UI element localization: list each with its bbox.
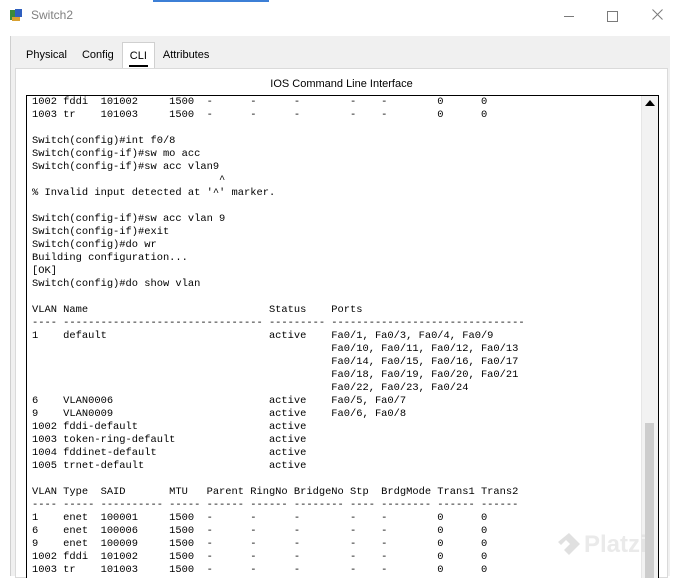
terminal-line: Switch(config-if)#sw acc vlan9 (32, 161, 220, 173)
switch-app-icon (9, 8, 24, 23)
cli-header: IOS Command Line Interface (270, 78, 413, 90)
terminal-line: Fa0/18, Fa0/19, Fa0/20, Fa0/21 (32, 369, 519, 381)
terminal-line: 1002 fddi-default active (32, 421, 307, 433)
terminal-line: 1 default active Fa0/1, Fa0/3, Fa0/4, Fa… (32, 330, 494, 342)
tab-active-indicator (128, 65, 148, 67)
minimize-button[interactable] (546, 0, 592, 32)
window-title: Switch2 (31, 8, 74, 22)
terminal-line: 1003 token-ring-default active (32, 434, 307, 446)
close-button[interactable] (634, 0, 675, 32)
tab-label: Config (81, 49, 114, 61)
title-accent-bar (153, 0, 269, 2)
terminal-line: Building configuration... (32, 252, 188, 264)
platzi-watermark: Platzi (584, 531, 647, 558)
terminal-line: Switch(config)#int f0/8 (32, 135, 176, 147)
terminal-line: ---- -------------------------------- --… (32, 317, 525, 329)
maximize-icon (606, 10, 618, 22)
terminal-line: 9 VLAN0009 active Fa0/6, Fa0/8 (32, 408, 407, 420)
platzi-logo-icon (557, 532, 581, 565)
tab-label: CLI (129, 50, 147, 62)
terminal-line: Switch(config-if)#sw acc vlan 9 (32, 213, 226, 225)
close-icon (651, 7, 663, 25)
cli-terminal[interactable]: 1002 fddi 101002 1500 - - - - - 0 0 1003… (26, 95, 659, 578)
tab-attributes[interactable]: Attributes (156, 42, 216, 68)
terminal-line: 1003 tr 101003 1500 - - - - - 0 0 (32, 109, 488, 121)
title-bar: Switch2 (0, 0, 675, 32)
terminal-line: ^ (32, 174, 226, 186)
terminal-line: 1004 fddinet-default active (32, 447, 307, 459)
terminal-line: Fa0/14, Fa0/15, Fa0/16, Fa0/17 (32, 356, 519, 368)
terminal-line: Switch(config)#do show vlan (32, 278, 201, 290)
scroll-up-arrow-icon[interactable] (645, 100, 655, 106)
terminal-line: Switch(config-if)#sw mo acc (32, 148, 201, 160)
terminal-output: 1002 fddi 101002 1500 - - - - - 0 0 1003… (32, 96, 640, 577)
terminal-line: % Invalid input detected at '^' marker. (32, 187, 276, 199)
terminal-scrollbar[interactable] (641, 96, 658, 578)
cli-panel: IOS Command Line Interface 1002 fddi 101… (15, 68, 668, 578)
tab-bar: Physical Config CLI Attributes (19, 42, 217, 69)
terminal-line: ---- ----- ---------- ----- ------ -----… (32, 499, 519, 511)
maximize-button[interactable] (589, 0, 635, 32)
terminal-line: VLAN Name Status Ports (32, 304, 363, 316)
tab-cli[interactable]: CLI (121, 42, 155, 69)
tab-label: Attributes (162, 49, 210, 61)
terminal-line: 1002 fddi 101002 1500 - - - - - 0 0 (32, 96, 488, 108)
terminal-line: Fa0/10, Fa0/11, Fa0/12, Fa0/13 (32, 343, 519, 355)
terminal-line: [OK] (32, 265, 57, 277)
terminal-line: 1005 trnet-default active (32, 460, 307, 472)
terminal-line: Switch(config-if)#exit (32, 226, 170, 238)
terminal-line: Fa0/22, Fa0/23, Fa0/24 (32, 382, 469, 394)
terminal-line: 6 enet 100006 1500 - - - - - 0 0 (32, 525, 488, 537)
terminal-line: 6 VLAN0006 active Fa0/5, Fa0/7 (32, 395, 407, 407)
terminal-line: Switch(config)#do wr (32, 239, 157, 251)
tab-config[interactable]: Config (75, 42, 121, 68)
terminal-line: 1002 fddi 101002 1500 - - - - - 0 0 (32, 551, 488, 563)
terminal-line: 9 enet 100009 1500 - - - - - 0 0 (32, 538, 488, 550)
terminal-line: 1 enet 100001 1500 - - - - - 0 0 (32, 512, 488, 524)
minimize-icon (564, 15, 574, 17)
tab-label: Physical (26, 49, 67, 61)
device-window-content: Physical Config CLI Attributes IOS Comma… (10, 36, 670, 578)
tab-physical[interactable]: Physical (19, 42, 74, 68)
terminal-line: 1003 tr 101003 1500 - - - - - 0 0 (32, 564, 488, 576)
terminal-line: VLAN Type SAID MTU Parent RingNo BridgeN… (32, 486, 519, 498)
